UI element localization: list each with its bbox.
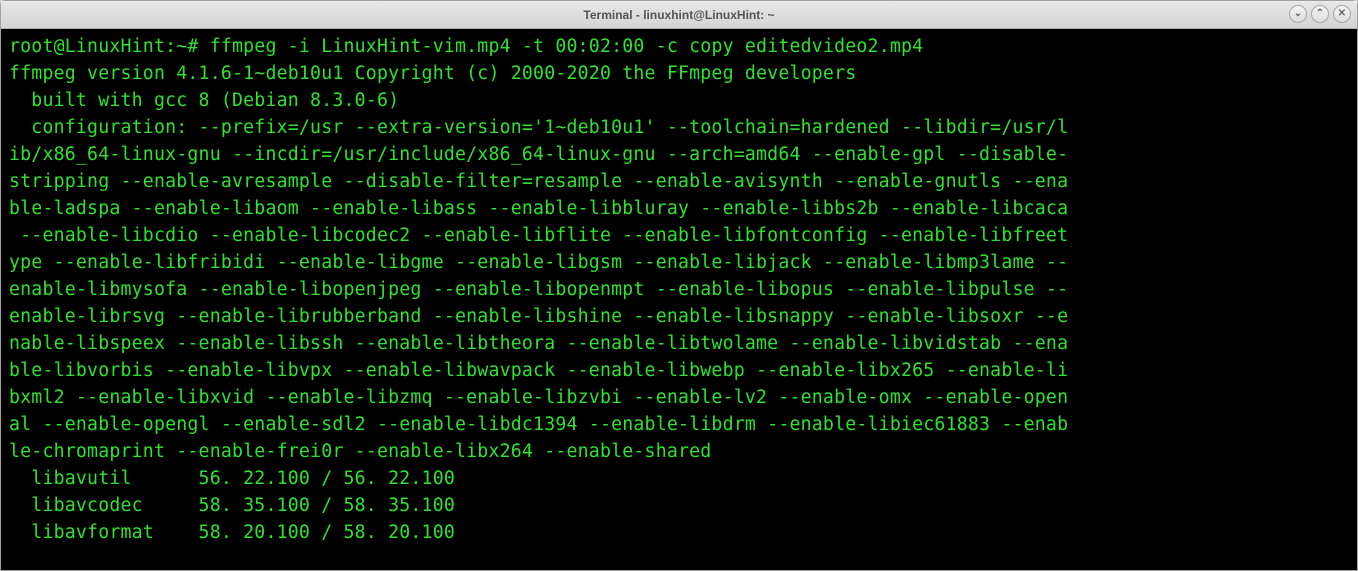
terminal-viewport[interactable]: root@LinuxHint:~# ffmpeg -i LinuxHint-vi…: [1, 29, 1357, 570]
output-line: ble-ladspa --enable-libaom --enable-liba…: [9, 198, 1068, 219]
output-line: libavformat 58. 20.100 / 58. 20.100: [9, 522, 455, 543]
output-line: --enable-libcdio --enable-libcodec2 --en…: [9, 225, 1068, 246]
output-line: enable-libmysofa --enable-libopenjpeg --…: [9, 279, 1068, 300]
output-line: ib/x86_64-linux-gnu --incdir=/usr/includ…: [9, 144, 1068, 165]
shell-prompt: root@LinuxHint:~#: [9, 36, 210, 57]
output-line: al --enable-opengl --enable-sdl2 --enabl…: [9, 414, 1068, 435]
output-line: built with gcc 8 (Debian 8.3.0-6): [9, 90, 399, 111]
output-line: ffmpeg version 4.1.6-1~deb10u1 Copyright…: [9, 63, 856, 84]
output-line: bxml2 --enable-libxvid --enable-libzmq -…: [9, 387, 1068, 408]
terminal-window: Terminal - linuxhint@LinuxHint: ~ ⌄ ⌃ ✕ …: [0, 0, 1358, 571]
output-line: libavcodec 58. 35.100 / 58. 35.100: [9, 495, 455, 516]
close-button[interactable]: ✕: [1333, 5, 1351, 23]
maximize-button[interactable]: ⌃: [1311, 5, 1329, 23]
output-line: ble-libvorbis --enable-libvpx --enable-l…: [9, 360, 1068, 381]
minimize-button[interactable]: ⌄: [1289, 5, 1307, 23]
window-controls: ⌄ ⌃ ✕: [1289, 5, 1351, 23]
output-line: libavutil 56. 22.100 / 56. 22.100: [9, 468, 455, 489]
command-line: ffmpeg -i LinuxHint-vim.mp4 -t 00:02:00 …: [210, 36, 924, 57]
output-line: nable-libspeex --enable-libssh --enable-…: [9, 333, 1068, 354]
output-line: stripping --enable-avresample --disable-…: [9, 171, 1068, 192]
output-line: le-chromaprint --enable-frei0r --enable-…: [9, 441, 711, 462]
output-line: enable-librsvg --enable-librubberband --…: [9, 306, 1068, 327]
output-line: ype --enable-libfribidi --enable-libgme …: [9, 252, 1068, 273]
window-title: Terminal - linuxhint@LinuxHint: ~: [583, 8, 774, 22]
output-line: configuration: --prefix=/usr --extra-ver…: [9, 117, 1068, 138]
titlebar[interactable]: Terminal - linuxhint@LinuxHint: ~ ⌄ ⌃ ✕: [1, 1, 1357, 29]
